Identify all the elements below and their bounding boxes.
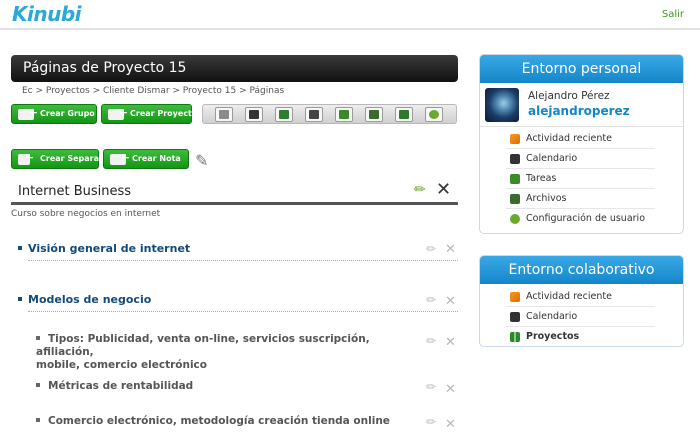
menu-item-projects[interactable]: Proyectos: [480, 327, 683, 346]
bullet: [36, 418, 40, 422]
menu-item-label: Archivos: [526, 193, 567, 204]
create-project-button[interactable]: Crear Proyecto: [101, 104, 197, 124]
menu-item-tasks[interactable]: Tareas: [480, 169, 683, 189]
menu-item-label: Calendario: [526, 311, 578, 322]
module-toolbar: [202, 104, 457, 124]
calendar-icon: [510, 312, 520, 322]
delete-close-icon[interactable]: ✕: [445, 335, 456, 350]
separator-add-icon: [18, 149, 34, 167]
section-description: Curso sobre negocios en internet: [11, 209, 161, 219]
calendar-icon[interactable]: [245, 107, 263, 122]
section-divider: [11, 202, 458, 205]
delete-close-icon[interactable]: ✕: [445, 242, 456, 257]
menu-item-recent-activity[interactable]: Actividad reciente: [480, 287, 683, 307]
page-item-label: Modelos de negocio: [28, 293, 152, 306]
bullet: [18, 297, 22, 301]
bullet: [36, 383, 40, 387]
bullet: [18, 246, 22, 250]
menu-item-label: Calendario: [526, 153, 578, 164]
edit-pencil-icon[interactable]: ✏: [426, 293, 436, 307]
panel-title: Entorno personal: [480, 55, 683, 83]
calendar-icon: [510, 154, 520, 164]
delete-close-icon[interactable]: ✕: [445, 417, 456, 432]
page-title: Páginas de Proyecto 15: [11, 55, 458, 82]
menu-item-user-settings[interactable]: Configuración de usuario: [480, 209, 683, 229]
menu-item-recent-activity[interactable]: Actividad reciente: [480, 129, 683, 149]
calculator-icon[interactable]: [215, 107, 233, 122]
page-subitem[interactable]: Tipos: Publicidad, venta on-line, servic…: [36, 333, 416, 372]
breadcrumb[interactable]: Ec > Proyectos > Cliente Dismar > Proyec…: [22, 86, 284, 96]
personal-environment-panel: Entorno personal Alejandro Pérez alejand…: [479, 54, 684, 234]
menu-item-label: Configuración de usuario: [526, 213, 646, 224]
edit-section-pencil-icon[interactable]: ✏: [414, 182, 426, 198]
create-note-label: Crear Nota: [132, 154, 181, 163]
bullet: [36, 336, 40, 340]
page-item[interactable]: Modelos de negocio: [18, 293, 151, 306]
projects-icon: [510, 332, 520, 342]
username-link[interactable]: alejandroperez: [528, 104, 630, 118]
menu-item-label: Actividad reciente: [526, 291, 612, 302]
create-group-button[interactable]: Crear Grupo: [11, 104, 97, 124]
rss-icon: [510, 292, 520, 302]
menu-item-calendar[interactable]: Calendario: [480, 149, 683, 169]
dotted-divider: [28, 311, 458, 312]
create-note-button[interactable]: Crear Nota: [103, 149, 189, 169]
kinubi-logo[interactable]: Kinubi: [12, 2, 82, 26]
rss-icon: [510, 134, 520, 144]
menu-item-label: Actividad reciente: [526, 133, 612, 144]
create-project-label: Crear Proyecto: [130, 109, 198, 118]
page-subitem-label: Métricas de rentabilidad: [48, 380, 194, 392]
tasks-icon[interactable]: [335, 107, 353, 122]
page-subitem[interactable]: Métricas de rentabilidad: [36, 380, 193, 393]
delete-section-close-icon[interactable]: ✕: [436, 179, 451, 200]
page-subitem[interactable]: Comercio electrónico, metodología creaci…: [36, 415, 390, 428]
group-add-icon: [18, 104, 38, 122]
folder-icon: [510, 194, 520, 204]
create-separator-button[interactable]: Crear Separador: [11, 149, 114, 169]
tasks-icon: [510, 174, 520, 184]
user-full-name: Alejandro Pérez: [528, 90, 610, 102]
create-group-label: Crear Grupo: [40, 109, 95, 118]
attach-paperclip-icon[interactable]: ✎: [195, 151, 208, 170]
menu-item-label: Tareas: [526, 173, 557, 184]
folder-icon[interactable]: [365, 107, 383, 122]
section-title: Internet Business: [18, 184, 132, 199]
note-add-icon: [110, 149, 130, 167]
page-item[interactable]: Visión general de internet: [18, 242, 190, 255]
settings-icon[interactable]: [425, 107, 443, 122]
page-subitem-label-continued: mobile, comercio electrónico: [36, 359, 207, 371]
edit-pencil-icon[interactable]: ✏: [426, 380, 436, 394]
user-settings-icon: [510, 214, 520, 224]
page-subitem-label: Comercio electrónico, metodología creaci…: [48, 415, 390, 427]
edit-pencil-icon[interactable]: ✏: [426, 415, 436, 429]
collaborative-environment-panel: Entorno colaborativo Actividad reciente …: [479, 255, 684, 347]
page-subitem-label: Tipos: Publicidad, venta on-line, servic…: [36, 333, 370, 358]
document-icon[interactable]: [305, 107, 323, 122]
users-icon[interactable]: [395, 107, 413, 122]
delete-close-icon[interactable]: ✕: [445, 294, 456, 309]
edit-pencil-icon[interactable]: ✏: [426, 334, 436, 348]
avatar[interactable]: [485, 88, 519, 122]
menu-item-files[interactable]: Archivos: [480, 189, 683, 209]
menu-item-label: Proyectos: [526, 331, 580, 342]
top-bar: Kinubi Salir: [0, 0, 700, 30]
page-item-label: Visión general de internet: [28, 242, 191, 255]
project-add-icon: [108, 104, 128, 122]
edit-pencil-icon[interactable]: ✏: [426, 242, 436, 256]
user-profile: Alejandro Pérez alejandroperez: [480, 83, 683, 127]
logout-link[interactable]: Salir: [662, 9, 684, 20]
menu-item-calendar[interactable]: Calendario: [480, 307, 683, 327]
panel-title: Entorno colaborativo: [480, 256, 683, 284]
chat-icon[interactable]: [275, 107, 293, 122]
dotted-divider: [28, 260, 458, 261]
delete-close-icon[interactable]: ✕: [445, 382, 456, 397]
